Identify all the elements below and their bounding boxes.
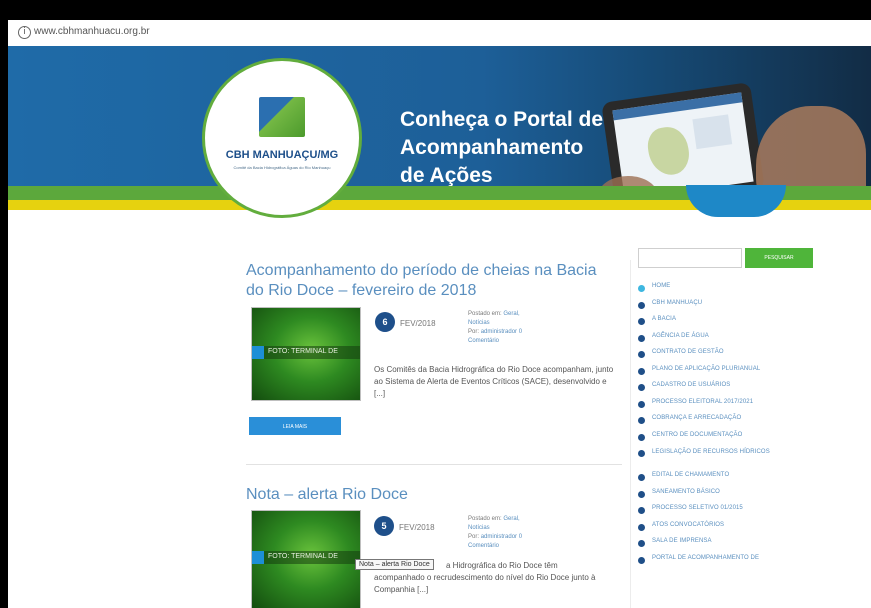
address-bar[interactable]: i www.cbhmanhuacu.org.br (8, 20, 871, 47)
post-divider (246, 464, 622, 465)
bullet-icon (638, 523, 645, 531)
thumbnail-caption: FOTO: TERMINAL DE (268, 348, 338, 355)
post-thumbnail[interactable]: FOTO: TERMINAL DE (251, 510, 361, 608)
bullet-icon (638, 301, 645, 309)
menu-item-plano-de-aplicacao[interactable]: PLANO DE APLICAÇÃO PLURIANUAL (638, 365, 858, 382)
wave-shape (686, 185, 786, 217)
thumbnail-caption: FOTO: TERMINAL DE (268, 553, 338, 560)
bullet-icon (638, 384, 645, 391)
bullet-icon (638, 507, 645, 514)
logo-text: CBH MANHUAÇU/MG (225, 149, 339, 161)
menu-item-centro-de-documentacao[interactable]: CENTRO DE DOCUMENTAÇÃO (638, 431, 858, 448)
date-badge: 6 (375, 312, 395, 332)
bullet-icon (638, 556, 645, 564)
post-thumbnail[interactable]: FOTO: TERMINAL DE (251, 307, 361, 401)
bullet-icon (638, 490, 645, 498)
search-input[interactable] (638, 248, 742, 268)
hero-banner[interactable]: Conheça o Portal de Acompanhamento de Aç… (8, 46, 871, 206)
link-tooltip: Nota – alerta Rio Doce (355, 559, 434, 570)
menu-item-a-bacia[interactable]: A BACIA (638, 315, 858, 332)
menu-item-legislacao[interactable]: LEGISLAÇÃO DE RECURSOS HÍDRICOS (638, 447, 858, 471)
menu-item-agencia-de-agua[interactable]: AGÊNCIA DE ÁGUA (638, 332, 858, 349)
post-meta: Postado em: Geral, Notícias Por: adminis… (468, 516, 523, 549)
menu-item-sala-de-imprensa[interactable]: SALA DE IMPRENSA (638, 537, 858, 554)
sidebar-menu: HOME CBH MANHUAÇU A BACIA AGÊNCIA DE ÁGU… (638, 282, 858, 570)
author-link[interactable]: administrador (481, 329, 517, 335)
menu-item-atos-convocatorios[interactable]: ATOS CONVOCATÓRIOS (638, 521, 858, 538)
logo-mark-icon (259, 97, 305, 137)
url-text[interactable]: www.cbhmanhuacu.org.br (34, 26, 150, 37)
post-meta: Postado em: Geral, Notícias Por: adminis… (468, 311, 523, 344)
post-date: FEV/2018 (399, 523, 435, 532)
post-title[interactable]: Nota – alerta Rio Doce (246, 485, 546, 505)
post-date: FEV/2018 (400, 319, 436, 328)
menu-item-cobranca[interactable]: COBRANÇA E ARRECADAÇÃO (638, 414, 858, 431)
menu-item-processo-eleitoral[interactable]: PROCESSO ELEITORAL 2017/2021 (638, 398, 858, 415)
info-icon[interactable]: i (18, 26, 31, 39)
bullet-icon (638, 334, 645, 342)
date-badge: 5 (374, 516, 394, 536)
menu-item-home[interactable]: HOME (638, 282, 858, 299)
sidebar-divider (630, 260, 631, 608)
author-link[interactable]: administrador (481, 534, 517, 540)
bullet-icon (638, 433, 645, 441)
post-excerpt: Os Comitês da Bacia Hidrográfica do Rio … (374, 365, 614, 398)
menu-item-contrato-de-gestao[interactable]: CONTRATO DE GESTÃO (638, 348, 858, 365)
banner-headline: Conheça o Portal de Acompanhamento de Aç… (400, 108, 604, 187)
bullet-icon (638, 400, 645, 408)
bullet-icon (638, 540, 645, 547)
post-title[interactable]: Acompanhamento do período de cheias na B… (246, 261, 606, 301)
post-excerpt: acompanhado o recrudescimento do nível d… (374, 573, 596, 594)
site-logo[interactable]: CBH MANHUAÇU/MG Comitê da Bacia Hidrográ… (202, 58, 362, 218)
bullet-icon (638, 417, 645, 424)
menu-item-cadastro-de-usuarios[interactable]: CADASTRO DE USUÁRIOS (638, 381, 858, 398)
bullet-icon (638, 318, 645, 325)
bullet-icon (638, 450, 645, 457)
post-excerpt: a Hidrográfica do Rio Doce têm (446, 561, 558, 570)
menu-item-portal-de-acompanhamento[interactable]: PORTAL DE ACOMPANHAMENTO DE (638, 554, 858, 571)
bullet-icon (638, 351, 645, 358)
bullet-icon (638, 474, 645, 481)
menu-item-processo-seletivo[interactable]: PROCESSO SELETIVO 01/2015 (638, 504, 858, 521)
bullet-icon (638, 285, 645, 292)
logo-subtitle: Comitê da Bacia Hidrográfica Águas do Ri… (233, 165, 331, 170)
menu-item-cbh-manhuacu[interactable]: CBH MANHUAÇU (638, 299, 858, 316)
browser-window: i www.cbhmanhuacu.org.br Conheça o Porta… (8, 20, 871, 608)
menu-item-saneamento-basico[interactable]: SANEAMENTO BÁSICO (638, 488, 858, 505)
search-button[interactable]: PESQUISAR (745, 248, 813, 268)
read-more-button[interactable]: LEIA MAIS (249, 417, 341, 435)
bullet-icon (638, 367, 645, 375)
menu-item-edital-de-chamamento[interactable]: EDITAL DE CHAMAMENTO (638, 471, 858, 488)
